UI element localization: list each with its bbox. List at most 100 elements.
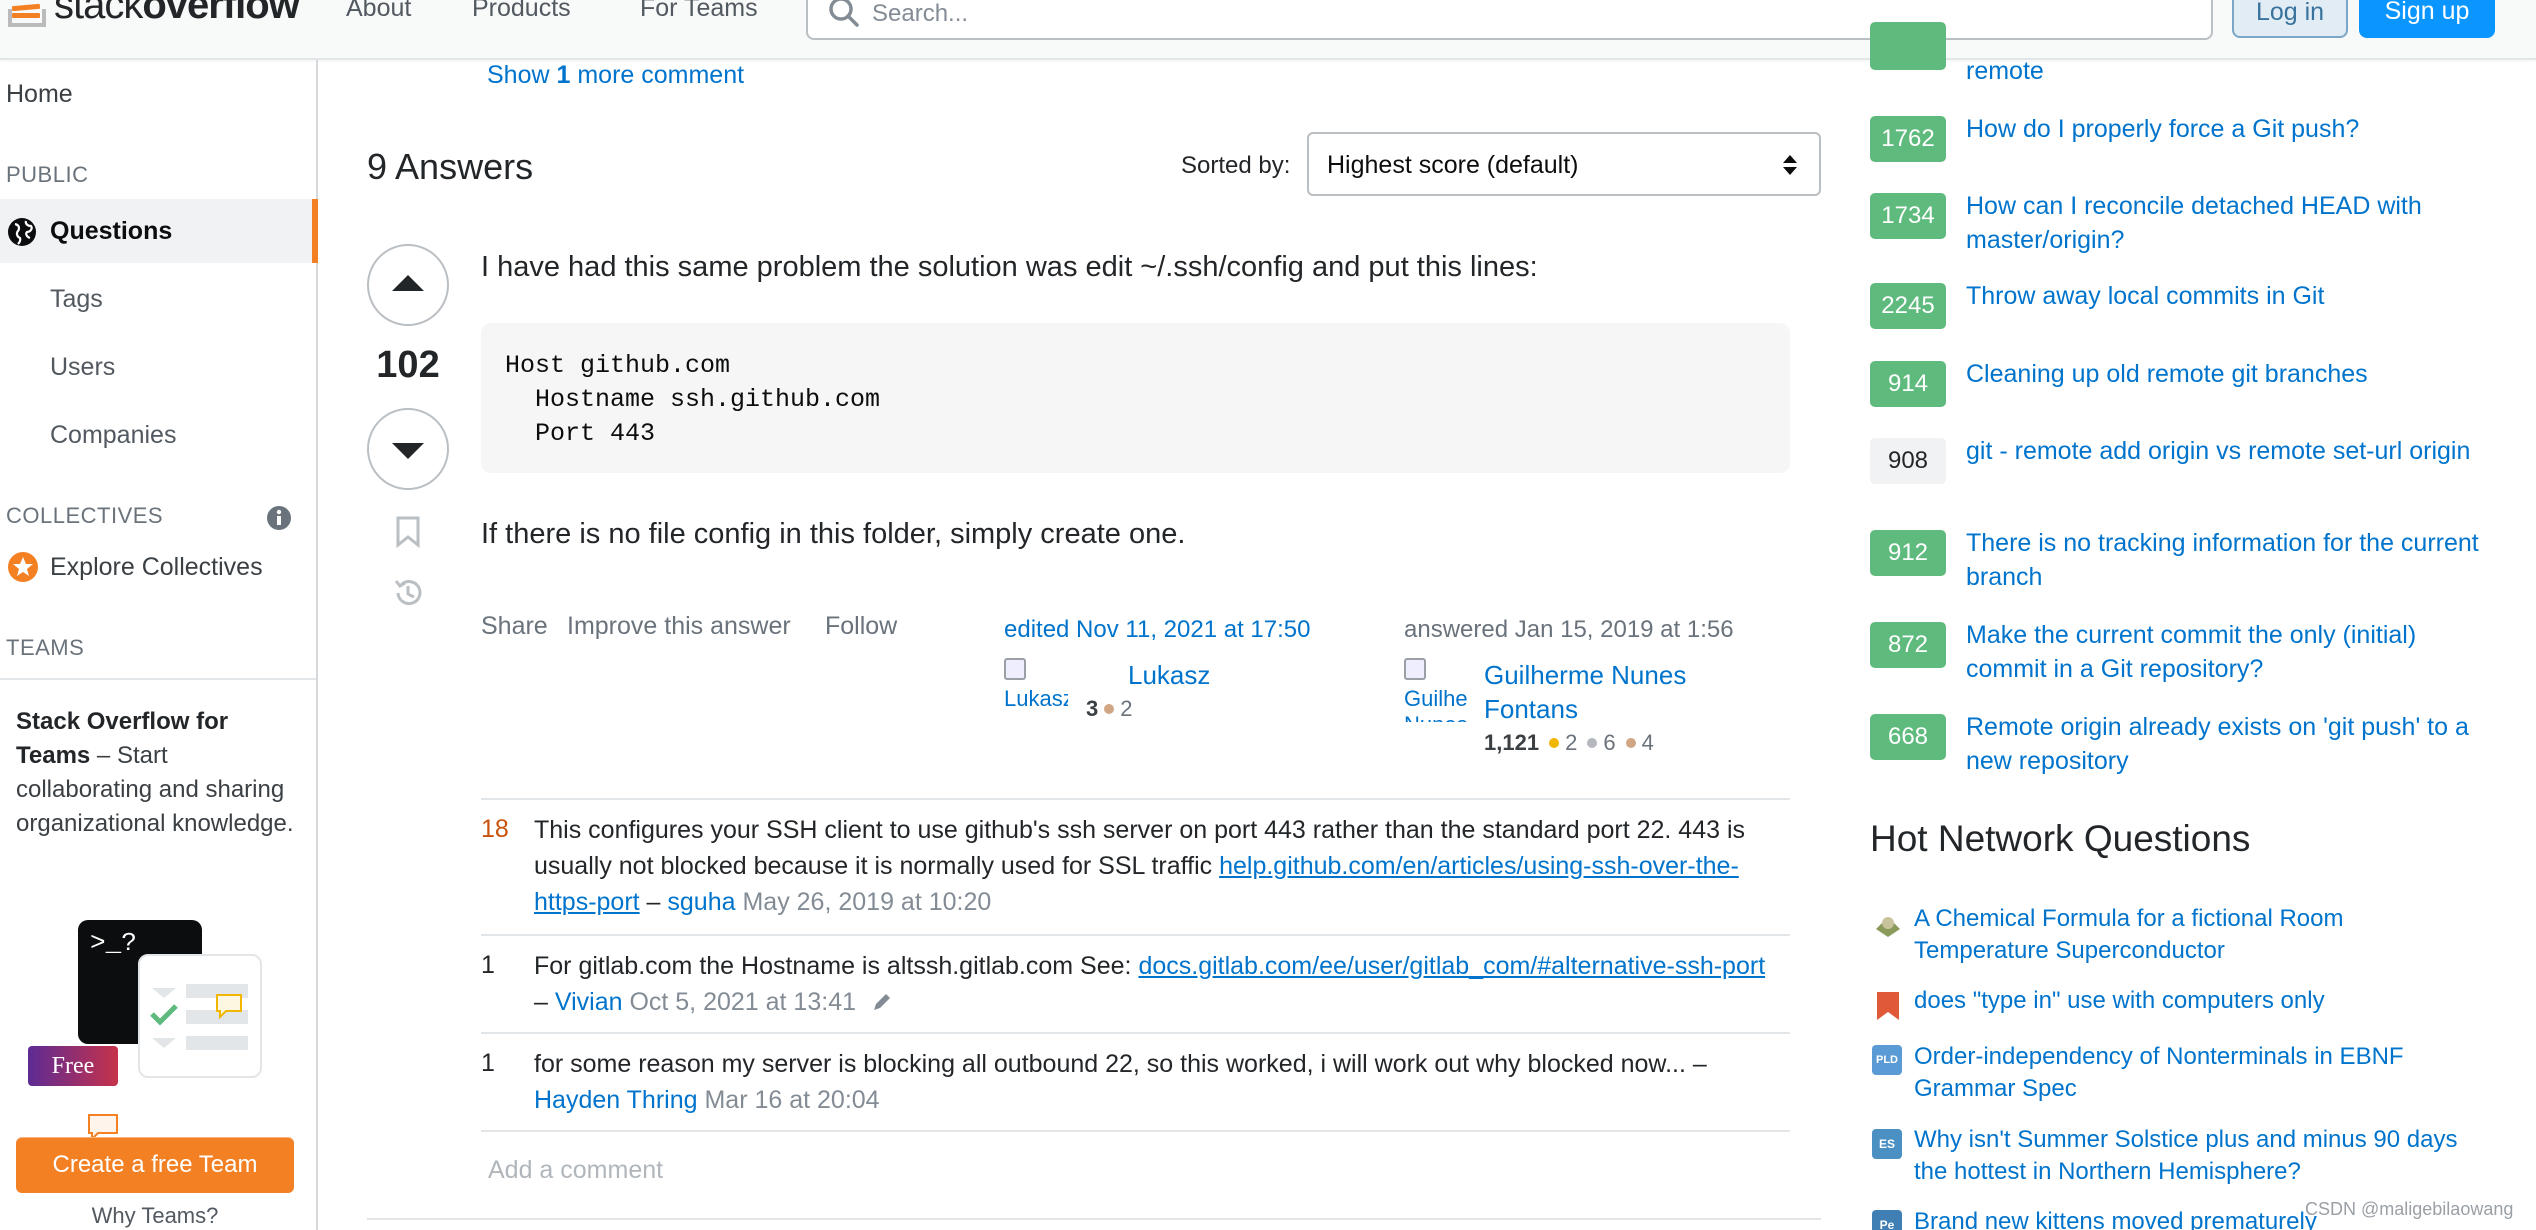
comment-date[interactable]: May 26, 2019 at 10:20 bbox=[736, 888, 991, 916]
show-more-count: 1 bbox=[556, 61, 571, 89]
pencil-icon[interactable] bbox=[871, 991, 893, 1013]
related-question-link[interactable]: Throw away local commits in Git bbox=[1966, 279, 2496, 313]
related-score[interactable]: 908 bbox=[1870, 438, 1946, 484]
signup-button[interactable]: Sign up bbox=[2359, 0, 2495, 38]
editor-name-link[interactable]: Lukasz bbox=[1128, 658, 1210, 692]
author-name-line2: Fontans bbox=[1484, 694, 1578, 724]
hot-network-questions-heading: Hot Network Questions bbox=[1870, 818, 2251, 859]
english-icon bbox=[1877, 992, 1899, 1020]
site-logo[interactable]: stackoverflow bbox=[6, 0, 300, 28]
sidebar-divider bbox=[0, 678, 316, 680]
login-button[interactable]: Log in bbox=[2232, 0, 2348, 38]
comment-body: for some reason my server is blocking al… bbox=[534, 1046, 1774, 1118]
why-teams-link[interactable]: Why Teams? bbox=[0, 1203, 310, 1229]
edited-timestamp-link[interactable]: edited Nov 11, 2021 at 17:50 bbox=[1004, 616, 1310, 644]
sidebar-item-tags[interactable]: Tags bbox=[50, 285, 103, 314]
editor-avatar[interactable]: Lukasz bbox=[1004, 658, 1068, 722]
show-more-suffix: more comment bbox=[570, 61, 745, 89]
show-more-comments-link[interactable]: Show 1 more comment bbox=[487, 61, 744, 90]
top-bar: stackoverflow About Products For Teams S… bbox=[0, 0, 2536, 60]
related-score[interactable]: 668 bbox=[1870, 714, 1946, 760]
logo-text-light: stack bbox=[54, 0, 143, 27]
author-gold-count: 2 bbox=[1565, 730, 1578, 755]
related-question-link[interactable]: How can I reconcile detached HEAD with m… bbox=[1966, 189, 2496, 257]
bookmark-icon[interactable] bbox=[394, 515, 422, 549]
comment-user-link[interactable]: Vivian bbox=[555, 988, 623, 1016]
comment-text: For gitlab.com the Hostname is altssh.gi… bbox=[534, 952, 1139, 980]
related-score[interactable]: 1734 bbox=[1870, 193, 1946, 239]
answer-intro-text: I have had this same problem the solutio… bbox=[481, 251, 1538, 283]
related-score[interactable]: 2245 bbox=[1870, 283, 1946, 329]
related-question-link[interactable]: There is no tracking information for the… bbox=[1966, 526, 2496, 594]
add-comment-link[interactable]: Add a comment bbox=[488, 1156, 663, 1185]
create-free-team-button[interactable]: Create a free Team bbox=[16, 1137, 294, 1193]
author-name-link[interactable]: Guilherme Nunes Fontans bbox=[1484, 658, 1686, 726]
sidebar-item-explore-collectives[interactable]: Explore Collectives bbox=[50, 553, 263, 582]
info-icon[interactable] bbox=[266, 505, 292, 531]
nav-for-teams[interactable]: For Teams bbox=[640, 0, 758, 23]
watermark-text: CSDN @maligebilaowang bbox=[2305, 1199, 2514, 1219]
hot-question-link[interactable]: does "type in" use with computers only bbox=[1914, 985, 2474, 1017]
comment-user-link[interactable]: Hayden Thring bbox=[534, 1086, 698, 1114]
sidebar-heading-teams: TEAMS bbox=[6, 635, 85, 660]
answer-outro-text: If there is no file config in this folde… bbox=[481, 518, 1186, 550]
history-icon[interactable] bbox=[390, 575, 426, 611]
broken-image-icon bbox=[1404, 658, 1426, 680]
related-question-link[interactable]: Cleaning up old remote git branches bbox=[1966, 357, 2496, 391]
hot-question-link[interactable]: Order-independency of Nonterminals in EB… bbox=[1914, 1041, 2474, 1105]
related-question-link[interactable]: Remote origin already exists on 'git pus… bbox=[1966, 710, 2496, 778]
arrow-up-icon bbox=[392, 275, 424, 291]
share-link[interactable]: Share bbox=[481, 612, 548, 641]
comment-date[interactable]: Mar 16 at 20:04 bbox=[698, 1086, 879, 1114]
pld-icon: PLD bbox=[1872, 1045, 1902, 1075]
related-question-link[interactable]: remote bbox=[1966, 54, 2496, 88]
comment-separator: – bbox=[534, 988, 555, 1016]
related-score[interactable]: 914 bbox=[1870, 361, 1946, 407]
comment-score: 1 bbox=[481, 1049, 495, 1077]
upvote-button[interactable] bbox=[367, 244, 449, 326]
follow-link[interactable]: Follow bbox=[825, 612, 897, 641]
related-score[interactable]: 912 bbox=[1870, 530, 1946, 576]
vote-count: 102 bbox=[376, 344, 440, 386]
sidebar-heading-collectives: COLLECTIVES bbox=[6, 503, 164, 528]
editor-bronze-count: 2 bbox=[1120, 696, 1133, 721]
comment-body: This configures your SSH client to use g… bbox=[534, 812, 1774, 920]
related-question-link[interactable]: How do I properly force a Git push? bbox=[1966, 112, 2496, 146]
related-score[interactable] bbox=[1870, 22, 1946, 70]
hot-question-link[interactable]: A Chemical Formula for a fictional Room … bbox=[1914, 903, 2474, 967]
sidebar-item-home[interactable]: Home bbox=[6, 80, 73, 109]
nav-about[interactable]: About bbox=[346, 0, 411, 23]
comment-date[interactable]: Oct 5, 2021 at 13:41 bbox=[623, 988, 856, 1016]
free-badge: Free bbox=[28, 1046, 118, 1086]
sidebar-item-companies[interactable]: Companies bbox=[50, 421, 176, 450]
comment-link[interactable]: docs.gitlab.com/ee/user/gitlab_com/#alte… bbox=[1138, 952, 1765, 980]
related-score[interactable]: 1762 bbox=[1870, 116, 1946, 162]
related-question-link[interactable]: Make the current commit the only (initia… bbox=[1966, 618, 2496, 686]
sidebar-item-questions-label: Questions bbox=[50, 217, 173, 245]
teams-illustration: >_? Free bbox=[28, 918, 268, 1142]
checklist-icon bbox=[150, 984, 248, 1050]
editor-avatar-alt: Lukasz bbox=[1004, 686, 1068, 711]
author-name-line1: Guilherme Nunes bbox=[1484, 660, 1687, 690]
comment-separator: – bbox=[639, 888, 668, 916]
sidebar-item-users[interactable]: Users bbox=[50, 353, 115, 382]
comment-score: 1 bbox=[481, 951, 495, 979]
sort-select[interactable]: Highest score (default) bbox=[1307, 132, 1821, 196]
nav-products[interactable]: Products bbox=[472, 0, 571, 23]
globe-icon bbox=[8, 218, 36, 246]
downvote-button[interactable] bbox=[367, 408, 449, 490]
bronze-badge-icon bbox=[1104, 704, 1115, 714]
improve-answer-link[interactable]: Improve this answer bbox=[567, 612, 791, 641]
logo-text-bold: overflow bbox=[142, 0, 299, 27]
comment-user-link[interactable]: sguha bbox=[667, 888, 735, 916]
gold-badge-icon bbox=[1549, 738, 1560, 748]
related-score[interactable]: 872 bbox=[1870, 622, 1946, 668]
related-question-link[interactable]: git - remote add origin vs remote set-ur… bbox=[1966, 434, 2496, 468]
author-avatar[interactable]: Guilherme Nunes Fontans bbox=[1404, 658, 1468, 722]
hot-question-link[interactable]: Why isn't Summer Solstice plus and minus… bbox=[1914, 1124, 2474, 1188]
earth-science-icon: ES bbox=[1872, 1129, 1902, 1159]
search-input[interactable]: Search... bbox=[806, 0, 2213, 40]
pets-icon: Pe bbox=[1872, 1210, 1902, 1230]
comment-item: 1 for some reason my server is blocking … bbox=[481, 1034, 1790, 1132]
collectives-icon bbox=[8, 552, 38, 582]
